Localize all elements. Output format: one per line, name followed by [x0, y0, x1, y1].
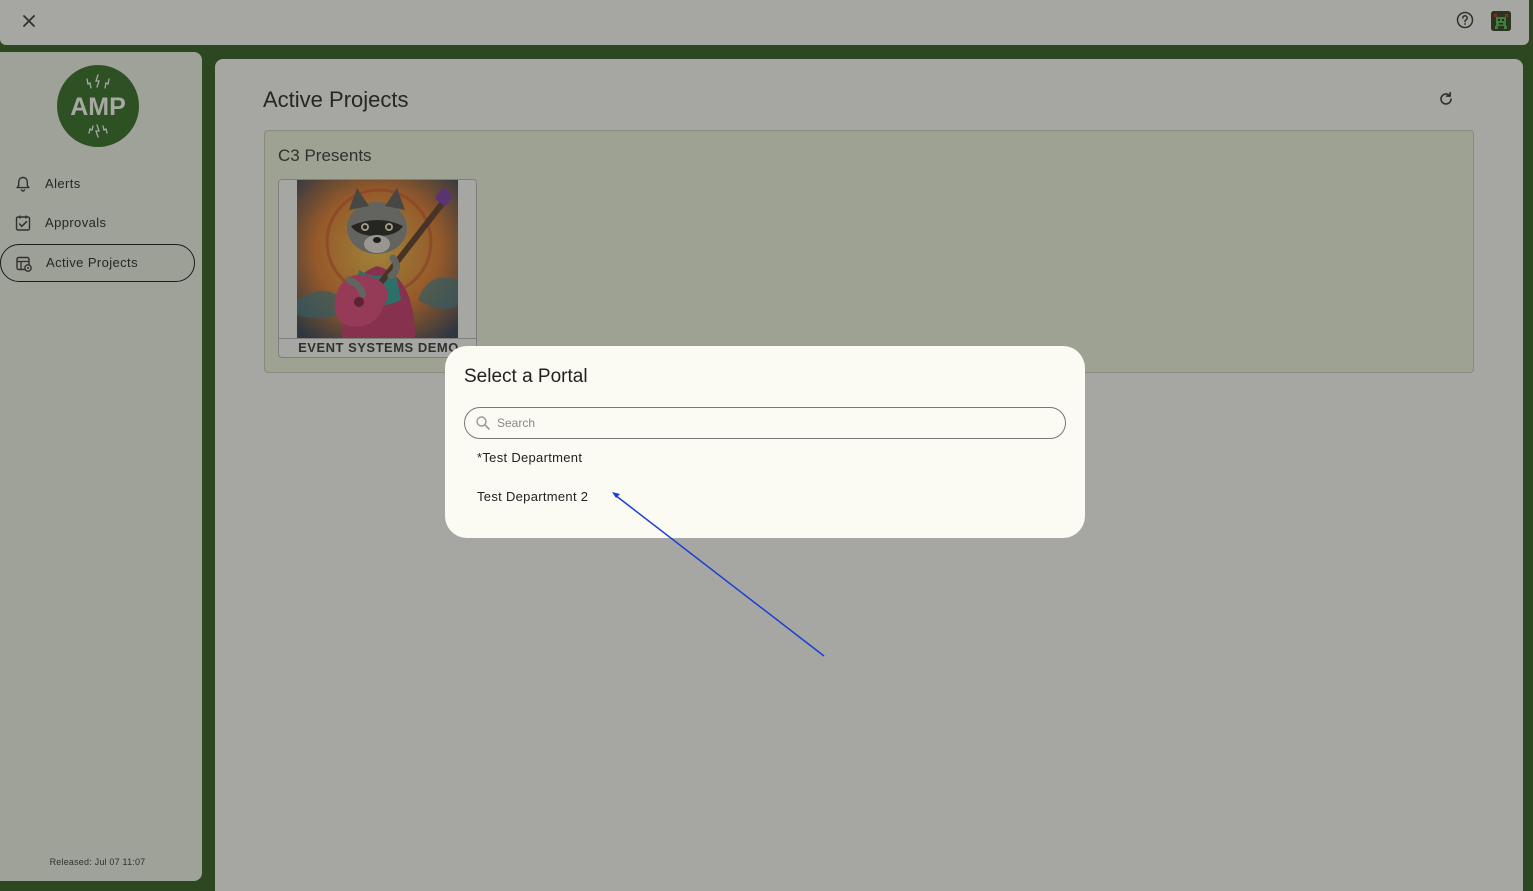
- search-input[interactable]: [497, 408, 1057, 438]
- portal-item[interactable]: *Test Department: [477, 450, 582, 465]
- portal-search-box[interactable]: [464, 407, 1066, 439]
- portal-item[interactable]: Test Department 2: [477, 489, 588, 504]
- dialog-title: Select a Portal: [464, 366, 588, 387]
- select-portal-dialog: Select a Portal *Test Department Test De…: [445, 346, 1085, 538]
- search-icon: [475, 415, 491, 431]
